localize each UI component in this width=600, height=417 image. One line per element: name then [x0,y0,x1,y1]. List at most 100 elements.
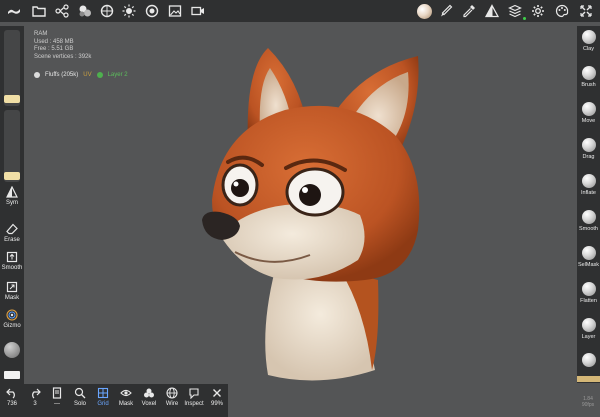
palette-icon[interactable] [554,3,570,19]
layer-info: Fluffs (205k) UV Layer 2 [34,72,128,78]
matcap-sphere[interactable] [4,342,20,358]
voxel-icon [143,387,155,399]
page-icon [51,387,63,399]
eraser-icon [6,223,18,235]
inspect-button[interactable]: Inspect [183,387,205,407]
tool-inflate-label: Inflate [581,190,596,196]
mesh-visibility-icon[interactable] [34,72,40,78]
left-pupil [231,179,249,197]
material-ball[interactable] [416,3,432,19]
right-eye-highlight [302,187,308,193]
grid-label: Grid [97,401,109,407]
flatten-icon [581,282,596,296]
mask-button[interactable]: Mask [0,281,24,301]
redo-count: 3 [33,401,37,407]
image-icon[interactable] [167,3,183,19]
transform-icon[interactable] [578,3,594,19]
tool-inflate[interactable]: Inflate [577,174,600,196]
camera-icon[interactable] [144,3,160,19]
right-panel: Clay Brush Move Drag Inflate Smooth SelM… [577,26,600,383]
tool-brush[interactable]: Brush [577,66,600,88]
color-swatch[interactable] [4,371,20,379]
layer-name[interactable]: Layer 2 [108,72,128,78]
right-pupil [299,184,321,206]
light-icon[interactable] [121,3,137,19]
settings-icon[interactable] [530,3,546,19]
erase-label: Erase [4,237,20,243]
voxel-label: Voxel [141,401,157,407]
search-icon [74,387,86,399]
wire-button[interactable]: Wire [161,387,183,407]
tool-scroll-indicator[interactable] [577,376,600,382]
wire-icon [166,387,178,399]
shading-icon[interactable] [77,3,93,19]
version-info: 1.84 90fps [578,396,598,408]
stack-icon[interactable] [507,3,523,19]
symmetry-icon [6,185,18,198]
voxel-button[interactable]: Voxel [138,387,160,407]
folder-icon[interactable] [31,3,47,19]
mask-toggle-button[interactable]: Mask [115,387,137,407]
zoom-label: 99% [210,401,223,407]
redo-icon [29,387,41,399]
tool-more[interactable] [577,353,600,369]
gizmo-label: Gizmo [3,323,21,329]
solo-button[interactable]: Solo [69,387,91,407]
tool-flatten-label: Flatten [580,298,597,304]
version-bottom: 90fps [581,402,595,408]
scene-icon[interactable] [54,3,70,19]
uv-label[interactable]: UV [83,72,91,78]
erase-button[interactable]: Erase [0,223,24,243]
ram-label: RAM [34,31,48,37]
layer-icon [581,318,596,332]
symmetry-icon[interactable] [484,3,500,19]
tool-layer[interactable]: Layer [577,318,600,340]
clay-icon [581,30,596,44]
tool-layer-label: Layer [581,334,596,340]
inspect-icon [188,387,200,400]
sym-button[interactable]: Sym [0,185,24,206]
grid-button[interactable]: Grid [92,387,114,407]
inspect-label: Inspect [184,401,204,407]
sym-label: Sym [6,200,18,206]
video-icon[interactable] [190,3,206,19]
tool-drag-label: Drag [582,154,595,160]
tool-flatten[interactable]: Flatten [577,282,600,304]
close-zoom-button[interactable]: 99% [206,387,228,407]
brush-icon[interactable] [438,3,454,19]
undo-count: 736 [6,401,17,407]
tool-move[interactable]: Move [577,102,600,124]
tool-clay[interactable]: Clay [577,30,600,52]
layer-visibility-icon[interactable] [96,72,103,78]
left-panel: Sym Erase Smooth Mask Gizmo [0,26,24,417]
fox-model-viewport[interactable] [190,40,450,385]
logo-icon[interactable] [6,3,22,19]
material-icon[interactable] [99,3,115,19]
inflate-icon [581,174,596,188]
left-eye-highlight [233,181,239,187]
tool-brush-label: Brush [581,82,596,88]
grid-icon [97,387,109,399]
mesh-name[interactable]: Fluffs (205k) [45,72,78,78]
selmask-icon [581,246,596,260]
tool-smooth[interactable]: Smooth [577,210,600,232]
brush-tool-icon [581,66,596,80]
wire-label: Wire [165,401,179,407]
tool-smooth-label: Smooth [579,226,598,232]
tool-move-label: Move [581,118,596,124]
picker-icon[interactable] [461,3,477,19]
tool-drag[interactable]: Drag [577,138,600,160]
gizmo-icon [6,309,18,321]
tool-selmask[interactable]: SelMask [577,246,600,268]
more-tool-icon [581,353,596,367]
scene-vertices: Scene vertices : 392k [34,53,92,60]
smooth-button[interactable]: Smooth [0,251,24,271]
radius-slider-handle[interactable] [4,95,20,103]
top-toolbar [0,0,600,22]
gizmo-button[interactable]: Gizmo [0,309,24,329]
redo-button[interactable]: 3 [24,387,46,407]
ram-free: Free : 5.51 GB [34,46,74,53]
intensity-slider-handle[interactable] [4,172,20,180]
undo-button[interactable]: 736 [1,387,23,407]
page-button[interactable]: — [46,387,68,407]
